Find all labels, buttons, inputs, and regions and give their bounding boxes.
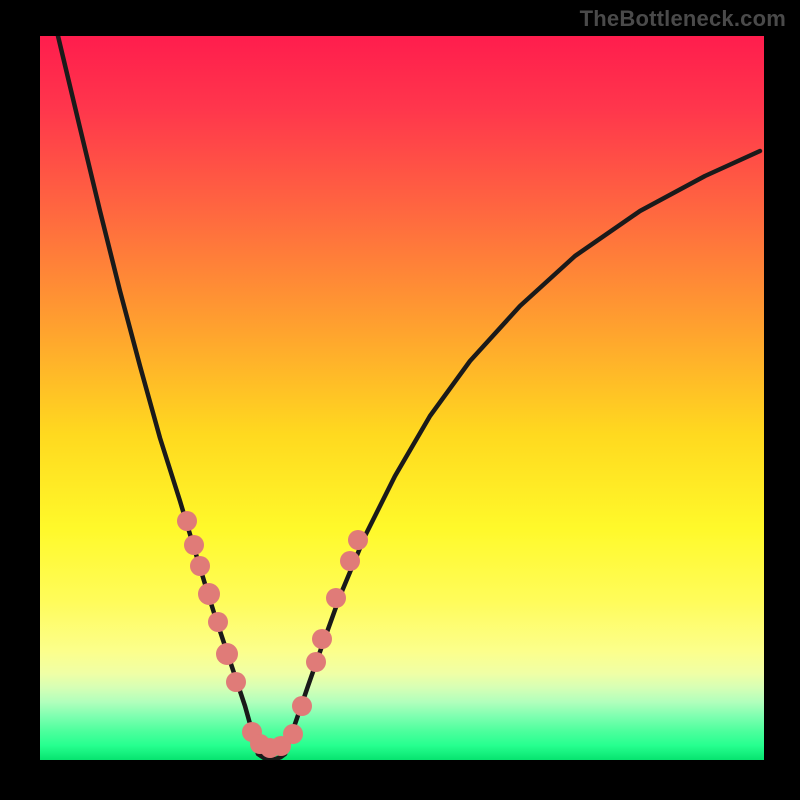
data-dot bbox=[184, 535, 204, 555]
plot-area bbox=[40, 36, 764, 760]
data-dot bbox=[326, 588, 346, 608]
bottleneck-curves bbox=[58, 36, 760, 759]
data-dot bbox=[306, 652, 326, 672]
watermark-text: TheBottleneck.com bbox=[580, 6, 786, 32]
data-dot bbox=[348, 530, 368, 550]
data-dot bbox=[292, 696, 312, 716]
data-dot bbox=[208, 612, 228, 632]
v-curve bbox=[58, 36, 760, 759]
data-dot bbox=[226, 672, 246, 692]
data-dots bbox=[177, 511, 368, 758]
chart-svg bbox=[40, 36, 764, 760]
data-dot bbox=[190, 556, 210, 576]
chart-frame: TheBottleneck.com bbox=[0, 0, 800, 800]
data-dot bbox=[198, 583, 220, 605]
data-dot bbox=[283, 724, 303, 744]
data-dot bbox=[312, 629, 332, 649]
data-dot bbox=[177, 511, 197, 531]
data-dot bbox=[340, 551, 360, 571]
data-dot bbox=[216, 643, 238, 665]
